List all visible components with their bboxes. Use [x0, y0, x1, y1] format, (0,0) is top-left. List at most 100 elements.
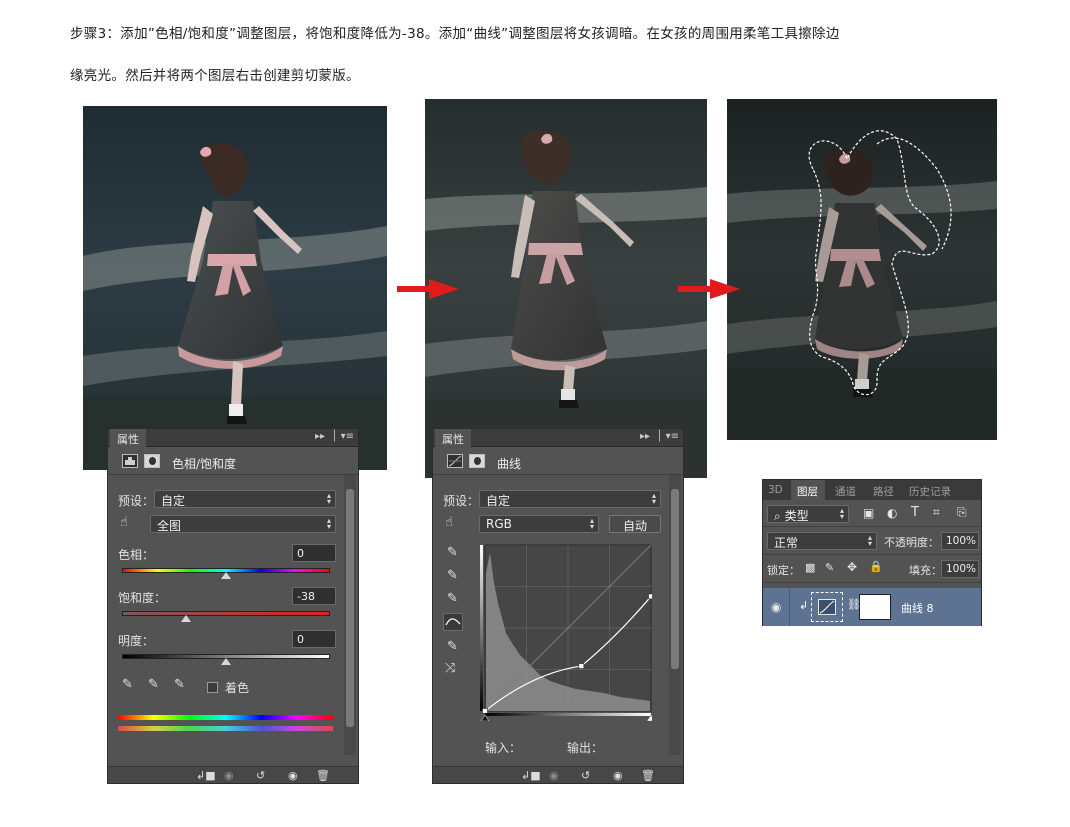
- colorize-label: 着色: [225, 681, 250, 695]
- panel-scrollbar[interactable]: [344, 475, 356, 755]
- panel-titlebar: 属性 ▸▸ │ ▾≡: [108, 429, 358, 447]
- targeted-adjustment-hand-icon[interactable]: ☝: [445, 515, 453, 530]
- tab-3d[interactable]: 3D: [768, 484, 783, 496]
- scrollbar-thumb[interactable]: [346, 489, 354, 727]
- photo-desaturated: [425, 99, 707, 478]
- lock-image-pixels-icon[interactable]: ✎: [825, 561, 834, 574]
- filter-type-dropdown[interactable]: ⌕ 类型 ▴ ▾: [767, 505, 849, 523]
- view-previous-icon[interactable]: ◉: [224, 769, 234, 782]
- colorize-checkbox[interactable]: [207, 682, 218, 693]
- hue-spectrum-bar-input: [118, 715, 333, 720]
- sample-black-point-eyedropper-icon[interactable]: ✎: [447, 545, 458, 560]
- preset-label: 预设：: [443, 494, 480, 508]
- sample-white-point-eyedropper-icon[interactable]: ✎: [447, 591, 458, 606]
- pixel-layer-filter-icon[interactable]: ▣: [863, 506, 874, 520]
- step-caption-line-2: 缘亮光。然后并将两个图层右击创建剪切蒙版。: [70, 68, 360, 84]
- curve-control-point[interactable]: [578, 663, 585, 669]
- tab-channels[interactable]: 通道: [835, 484, 856, 499]
- hue-label: 色相：: [118, 548, 155, 562]
- channel-dropdown[interactable]: RGB ▴ ▾: [479, 515, 599, 533]
- output-gradient-bar: [480, 545, 483, 711]
- eyedropper-minus-icon[interactable]: ✎: [174, 677, 185, 692]
- saturation-field[interactable]: -38: [292, 587, 336, 605]
- clipping-arrow-icon: ↲: [799, 599, 809, 612]
- auto-button[interactable]: 自动: [609, 515, 661, 533]
- hue-field[interactable]: 0: [292, 544, 336, 562]
- tab-layers[interactable]: 图层: [797, 484, 818, 499]
- panel-menu-icon[interactable]: ▸▸ │ ▾≡: [640, 431, 679, 442]
- photo-darkened-selection: [727, 99, 997, 440]
- saturation-slider-track[interactable]: [122, 611, 330, 616]
- search-icon: ⌕: [774, 509, 781, 523]
- delete-icon[interactable]: 🗑: [641, 769, 655, 782]
- smooth-curve-icon[interactable]: ⤨: [445, 661, 455, 676]
- reset-icon[interactable]: ↺: [256, 769, 265, 782]
- lock-fill-row: 锁定： ▩ ✎ ✥ 🔒 填充： 100%: [763, 557, 981, 583]
- visibility-icon[interactable]: ◉: [288, 769, 298, 782]
- curve-control-point[interactable]: [648, 593, 653, 600]
- delete-icon[interactable]: 🗑: [316, 769, 330, 782]
- layer-name[interactable]: 曲线 8: [901, 600, 934, 616]
- layers-panel: 3D 图层 通道 路径 历史记录 ⌕ 类型 ▴ ▾ ▣ ◐ T ⌗ ⎘ 正常 ▴ ▾…: [762, 479, 982, 626]
- hue-slider-handle[interactable]: [221, 572, 231, 579]
- properties-tab[interactable]: 属性: [110, 429, 146, 447]
- panel-footer: ↲■ ◉ ↺ ◉ 🗑: [108, 766, 358, 783]
- panel-menu-icon[interactable]: ▸▸ │ ▾≡: [315, 431, 354, 442]
- clip-to-layer-icon[interactable]: ↲■: [521, 769, 541, 782]
- type-layer-filter-icon[interactable]: T: [911, 505, 919, 520]
- panel-header: 色相/饱和度: [108, 448, 358, 475]
- properties-tab[interactable]: 属性: [435, 429, 471, 447]
- scrollbar-thumb[interactable]: [671, 489, 679, 669]
- lock-transparent-pixels-icon[interactable]: ▩: [805, 561, 815, 574]
- tab-paths[interactable]: 路径: [873, 484, 894, 499]
- layer-mask-icon[interactable]: [469, 454, 485, 468]
- sample-gray-point-eyedropper-icon[interactable]: ✎: [447, 568, 458, 583]
- photo-original: [83, 106, 387, 470]
- dropdown-arrow-icon: ▴ ▾: [839, 506, 844, 521]
- targeted-adjustment-hand-icon[interactable]: ☝: [120, 515, 128, 530]
- curves-graph[interactable]: [480, 543, 652, 721]
- arrow-icon-1: [397, 279, 459, 299]
- adjustment-layer-filter-icon[interactable]: ◐: [887, 506, 897, 520]
- lock-position-icon[interactable]: ✥: [847, 560, 857, 574]
- preset-dropdown[interactable]: 自定 ▴ ▾: [479, 490, 661, 508]
- step-caption-line-1: 步骤3：添加”色相/饱和度”调整图层，将饱和度降低为-38。添加“曲线”调整图层…: [70, 26, 840, 42]
- opacity-field[interactable]: 100%: [941, 532, 979, 550]
- view-previous-icon[interactable]: ◉: [549, 769, 559, 782]
- fill-field[interactable]: 100%: [941, 560, 979, 578]
- layer-mask-icon[interactable]: [144, 454, 160, 468]
- dropdown-arrow-icon: ▴ ▾: [326, 491, 331, 506]
- saturation-slider-handle[interactable]: [181, 615, 192, 622]
- hue-saturation-adjustment-icon[interactable]: [122, 454, 138, 468]
- visibility-icon[interactable]: ◉: [613, 769, 623, 782]
- clip-to-layer-icon[interactable]: ↲■: [196, 769, 216, 782]
- layer-mask-thumbnail[interactable]: [859, 594, 891, 620]
- eye-visibility-icon[interactable]: ◉: [771, 600, 781, 614]
- draw-curve-pencil-icon[interactable]: ✎: [447, 639, 458, 654]
- blend-mode-dropdown[interactable]: 正常 ▴ ▾: [767, 532, 877, 550]
- hue-spectrum-bar-output: [118, 726, 333, 731]
- curves-adjustment-icon[interactable]: [447, 454, 463, 468]
- lightness-slider-handle[interactable]: [221, 658, 231, 665]
- layer-row-curves[interactable]: ◉ ↲ ⛓ 曲线 8: [763, 588, 981, 626]
- layer-filter-row: ⌕ 类型 ▴ ▾ ▣ ◐ T ⌗ ⎘: [763, 501, 981, 527]
- panel-scrollbar[interactable]: [669, 475, 681, 755]
- curves-properties-panel: 属性 ▸▸ │ ▾≡ 曲线 预设： 自定 ▴ ▾ ☝ RGB ▴ ▾ 自动 ✎ ✎ …: [432, 428, 684, 784]
- fill-label: 填充：: [909, 564, 942, 577]
- panel-footer: ↲■ ◉ ↺ ◉ 🗑: [433, 766, 683, 783]
- input-gradient-bar: [485, 713, 651, 716]
- lock-all-icon[interactable]: 🔒: [869, 560, 883, 573]
- edit-points-curve-icon[interactable]: [443, 613, 463, 631]
- eyedropper-plus-icon[interactable]: ✎: [148, 677, 159, 692]
- smart-object-filter-icon[interactable]: ⎘: [957, 505, 967, 520]
- preset-value: 自定: [161, 494, 186, 508]
- reset-icon[interactable]: ↺: [581, 769, 590, 782]
- eyedropper-icon[interactable]: ✎: [122, 677, 133, 692]
- curve-control-point[interactable]: [482, 708, 488, 714]
- adjustment-layer-thumbnail[interactable]: [811, 592, 843, 622]
- lightness-field[interactable]: 0: [292, 630, 336, 648]
- shape-layer-filter-icon[interactable]: ⌗: [933, 505, 940, 520]
- tab-history[interactable]: 历史记录: [909, 484, 951, 499]
- range-dropdown[interactable]: 全图 ▴ ▾: [150, 515, 336, 533]
- preset-dropdown[interactable]: 自定 ▴ ▾: [154, 490, 336, 508]
